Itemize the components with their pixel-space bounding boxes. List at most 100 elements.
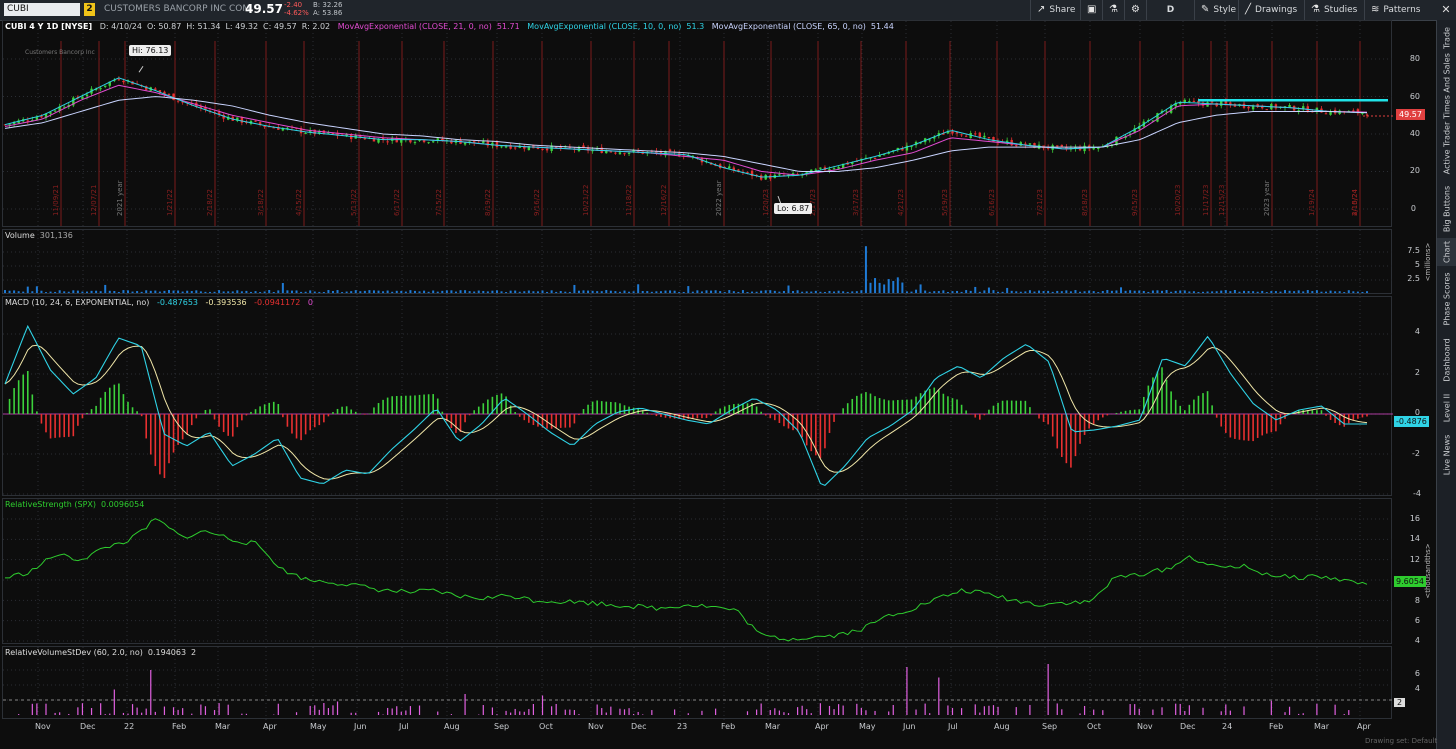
- volume-bar: [1206, 291, 1209, 293]
- side-tab-trade[interactable]: Trade: [1437, 20, 1456, 56]
- macd-histogram-bar: [286, 414, 289, 427]
- candle-body: [627, 152, 631, 154]
- volume-bar: [500, 291, 503, 293]
- price-panel[interactable]: 11/09/21 12/07/21 2021 year 1/21/22 2/18/22 3…: [2, 20, 1393, 228]
- macd-histogram-bar: [997, 402, 999, 414]
- macd-histogram-bar: [974, 414, 977, 418]
- rvs-scale[interactable]: 6 4 2: [1392, 646, 1436, 719]
- rvs-chart[interactable]: [3, 647, 1393, 720]
- side-tab-label: Times And Sales: [1442, 53, 1452, 119]
- candle-body: [122, 80, 125, 83]
- side-tab-level-ii[interactable]: Level II: [1437, 388, 1456, 428]
- rvs-bar: [400, 711, 402, 715]
- side-tab-times-and-sales[interactable]: Times And Sales: [1437, 53, 1456, 119]
- macd-histogram-bar: [1197, 395, 1200, 414]
- price-chart[interactable]: 11/09/21 12/07/21 2021 year 1/21/22 2/18/22 3…: [3, 21, 1393, 228]
- volume-bar: [1056, 290, 1059, 293]
- studies-button[interactable]: ⚗ Studies: [1304, 0, 1364, 20]
- rs-panel[interactable]: RelativeStrength (SPX) 0.0096054: [2, 498, 1393, 645]
- macd-histogram-bar: [377, 403, 380, 414]
- volume-bar: [846, 291, 849, 293]
- rvs-panel[interactable]: RelativeVolumeStDev (60, 2.0, no) 0.19406…: [2, 646, 1393, 720]
- macd-histogram-bar: [1074, 414, 1077, 457]
- volume-bar: [181, 291, 184, 293]
- macd-histogram-bar: [1001, 400, 1004, 414]
- volume-bar: [1115, 290, 1118, 293]
- macd-histogram-bar: [118, 383, 120, 414]
- macd-histogram-bar: [1070, 414, 1072, 468]
- rvs-bar: [491, 707, 494, 715]
- rvs-bar: [450, 714, 453, 715]
- macd-histogram-bar: [938, 390, 940, 414]
- month-label: Jul: [399, 722, 409, 731]
- macd-histogram-bar: [833, 414, 835, 422]
- volume-bar: [76, 290, 79, 293]
- volume-bar: [700, 291, 703, 293]
- macd-value-tag: -0.4876: [1394, 416, 1429, 427]
- macd-histogram-bar: [272, 401, 275, 414]
- macd-histogram-bar: [172, 414, 175, 453]
- vertical-date-label: 4/15/22: [295, 189, 303, 216]
- macd-histogram-bar: [17, 380, 20, 414]
- macd-histogram-bar: [874, 396, 876, 414]
- volume-bar: [587, 290, 590, 293]
- price-scale[interactable]: 80 60 40 20 0 49.57: [1392, 20, 1436, 227]
- drawings-button[interactable]: ╱ Drawings: [1238, 0, 1304, 20]
- volume-bar: [878, 282, 881, 293]
- macd-scale[interactable]: 4 2 0 -2 -4 -0.4876: [1392, 296, 1436, 498]
- candle-body: [117, 79, 121, 81]
- pattern-icon: ≋: [1371, 4, 1380, 15]
- style-button[interactable]: ✎ Style: [1194, 0, 1238, 20]
- volume-bar: [277, 290, 280, 293]
- share-button[interactable]: ↗ Share: [1030, 0, 1080, 20]
- volume-bar: [1288, 290, 1291, 293]
- patterns-button[interactable]: ≋ Patterns: [1364, 0, 1436, 20]
- macd-histogram-bar: [259, 406, 261, 414]
- print-button[interactable]: ▣: [1080, 0, 1102, 20]
- macd-histogram-bar: [1279, 414, 1282, 425]
- drawing-set-label[interactable]: Drawing set: Default: [1365, 737, 1437, 745]
- time-axis[interactable]: Nov Dec 22 Feb Mar Apr May Jun Jul Aug Sep Oct Nov De…: [2, 719, 1392, 749]
- candle-body: [1060, 144, 1064, 147]
- volume-scale[interactable]: 7.5 5 2.5 <millions>: [1392, 229, 1436, 294]
- flask-button[interactable]: ⚗: [1102, 0, 1124, 20]
- rvs-bar: [387, 707, 389, 715]
- macd-histogram-bar: [496, 394, 498, 414]
- side-tab-dashboard[interactable]: Dashboard: [1437, 332, 1456, 388]
- volume-bar: [409, 290, 412, 293]
- settings-button[interactable]: ⚙: [1124, 0, 1146, 20]
- rs-chart[interactable]: [3, 499, 1393, 645]
- side-tab-active-trader[interactable]: Active Trader: [1437, 116, 1456, 180]
- volume-bar: [1338, 291, 1341, 293]
- side-tab-big-buttons[interactable]: Big Buttons: [1437, 180, 1456, 238]
- volume-bar: [491, 290, 494, 293]
- candle-body: [536, 148, 540, 150]
- vertical-date-label: 6/17/22: [393, 189, 401, 216]
- rs-scale[interactable]: 16 14 12 10 8 6 4 9.6054 <thousandths>: [1392, 498, 1436, 645]
- side-tab-phase-scores[interactable]: Phase Scores: [1437, 266, 1456, 332]
- volume-bar: [514, 290, 517, 293]
- candle-body: [1352, 110, 1355, 112]
- volume-panel[interactable]: Volume 301,136: [2, 229, 1393, 295]
- side-tab-live-news[interactable]: Live News: [1437, 428, 1456, 482]
- timeframe-button[interactable]: D: [1146, 0, 1194, 20]
- symbol-input[interactable]: CUBI: [4, 3, 80, 16]
- volume-tick: 5: [1414, 260, 1420, 269]
- close-icon[interactable]: ✕: [1436, 0, 1456, 20]
- link-group-badge[interactable]: 2: [84, 3, 95, 16]
- macd-chart[interactable]: [3, 297, 1393, 497]
- side-tab-chart[interactable]: Chart: [1437, 238, 1456, 266]
- candle-body: [1288, 105, 1291, 108]
- macd-panel[interactable]: MACD (10, 24, 6, EXPONENTIAL, no) -0.487…: [2, 296, 1393, 497]
- rvs-value-tag: 2: [1394, 698, 1406, 707]
- volume-bar: [40, 290, 43, 293]
- volume-bar: [309, 290, 312, 293]
- volume-bar: [600, 291, 603, 293]
- volume-bar: [792, 291, 795, 293]
- volume-bar: [1047, 290, 1050, 293]
- macd-histogram-bar: [1010, 400, 1013, 414]
- candle-body: [1005, 140, 1009, 142]
- volume-chart[interactable]: [3, 230, 1393, 295]
- macd-histogram-bar: [181, 414, 184, 440]
- rvs-bar: [1056, 703, 1058, 715]
